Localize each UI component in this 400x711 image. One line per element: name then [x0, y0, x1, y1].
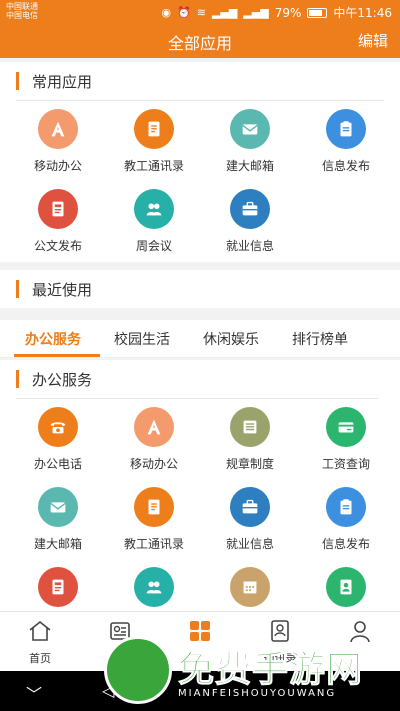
section-divider — [16, 100, 384, 101]
battery-percent: 79% — [274, 5, 302, 20]
home-icon — [0, 618, 80, 648]
office-services-title: 办公服务 — [32, 371, 93, 389]
info-publish-icon — [326, 487, 366, 527]
carrier-1: 中国联通 — [6, 2, 38, 11]
active-tab-indicator — [14, 354, 100, 357]
tab-leisure[interactable]: 休闲娱乐 — [203, 329, 259, 349]
employment-icon — [230, 189, 270, 229]
common-app-item[interactable]: 公文发布 — [8, 189, 108, 254]
salary-icon — [326, 407, 366, 447]
office-service-item[interactable]: 就业信息 — [200, 487, 300, 552]
staff-directory-icon — [134, 109, 174, 149]
tab-campus-life[interactable]: 校园生活 — [114, 329, 170, 349]
recent-section: 最近使用 — [0, 270, 400, 308]
office-service-item[interactable]: 建大邮箱 — [8, 487, 108, 552]
office-service-item[interactable]: 办公电话 — [8, 407, 108, 472]
office-service-item[interactable] — [200, 567, 300, 607]
document-publish-icon — [38, 189, 78, 229]
office-services-header: 办公服务 — [0, 360, 400, 398]
office-service-item[interactable]: 工资查询 — [296, 407, 396, 472]
common-app-item[interactable]: 周会议 — [104, 189, 204, 254]
info-publish-icon — [326, 109, 366, 149]
office-service-item[interactable]: 信息发布 — [296, 487, 396, 552]
category-tabs: 办公服务 校园生活 休闲娱乐 排行榜单 — [0, 320, 400, 358]
office-service-item[interactable] — [296, 567, 396, 607]
common-app-item-label: 公文发布 — [33, 239, 82, 253]
collapse-icon[interactable]: ﹀ — [26, 681, 42, 705]
office-service-item-label: 规章制度 — [225, 457, 274, 471]
recent-title: 最近使用 — [32, 281, 93, 299]
edit-button[interactable]: 编辑 — [358, 30, 388, 51]
office-service-item[interactable]: 教工通讯录 — [104, 487, 204, 552]
watermark-subtitle: MIANFEISHOUYOUWANG — [178, 688, 337, 699]
mobile-office-icon — [38, 109, 78, 149]
contacts-icon — [326, 567, 366, 607]
office-service-item-label: 工资查询 — [321, 457, 370, 471]
wifi-icon: ≋ — [196, 6, 206, 19]
tab-office-services[interactable]: 办公服务 — [25, 329, 81, 349]
common-apps-header: 常用应用 — [0, 62, 400, 100]
watermark-logo — [104, 636, 172, 704]
common-apps-section: 常用应用 移动办公 教工通讯录 建大邮箱 信息发布公文发布 周会议 就业信息 — [0, 62, 400, 262]
office-service-item-label: 信息发布 — [321, 537, 370, 551]
signal-icon-2: ▂▄▆ — [243, 6, 269, 19]
weekly-meeting-icon — [134, 567, 174, 607]
watermark-title: 免费手游网 — [177, 649, 364, 691]
office-service-item[interactable] — [8, 567, 108, 607]
employment-icon — [230, 487, 270, 527]
common-app-item[interactable]: 信息发布 — [296, 109, 396, 174]
nav-item-home[interactable]: 首页 — [0, 618, 80, 666]
battery-icon — [307, 7, 328, 18]
signal-icon: ▂▄▆ — [211, 6, 238, 19]
office-services-section: 办公服务 办公电话 移动办公 规章制度 工资查询建大邮箱 教工通讯录 就业信息 信息发布 — [0, 360, 400, 612]
tab-rankings[interactable]: 排行榜单 — [292, 329, 348, 349]
office-service-item-label: 教工通讯录 — [123, 537, 184, 551]
common-app-item[interactable]: 建大邮箱 — [200, 109, 300, 174]
app-header: 全部应用 编辑 — [0, 24, 400, 58]
recent-header: 最近使用 — [0, 270, 400, 308]
common-app-item-label: 教工通讯录 — [123, 159, 184, 173]
mailbox-icon — [230, 109, 270, 149]
common-app-item-label: 就业信息 — [225, 239, 274, 253]
clock: 中午11:46 — [333, 6, 392, 20]
watermark: 免费手游网 MIANFEISHOUYOUWANG — [104, 636, 400, 711]
common-app-item-label: 信息发布 — [321, 159, 370, 173]
nav-item-label: 首页 — [29, 652, 51, 665]
section-accent-bar — [16, 280, 19, 298]
office-service-item-label: 建大邮箱 — [33, 537, 82, 551]
office-service-item[interactable]: 规章制度 — [200, 407, 300, 472]
common-app-item[interactable]: 就业信息 — [200, 189, 300, 254]
section-divider — [16, 398, 378, 399]
section-accent-bar — [16, 370, 19, 388]
common-app-item-label: 移动办公 — [33, 159, 82, 173]
common-app-item-label: 建大邮箱 — [225, 159, 274, 173]
alarm-icon: ⏰ — [177, 6, 191, 19]
status-bar: 中国联通 中国电信 ◉ ⏰ ≋ ▂▄▆ ▂▄▆ 79% 中午11:46 — [0, 0, 400, 24]
office-service-item[interactable]: 移动办公 — [104, 407, 204, 472]
app-screen: 中国联通 中国电信 ◉ ⏰ ≋ ▂▄▆ ▂▄▆ 79% 中午11:46 全部应用… — [0, 0, 400, 711]
office-service-item-label: 办公电话 — [33, 457, 82, 471]
carrier-2: 中国电信 — [6, 11, 38, 20]
common-apps-title: 常用应用 — [32, 73, 93, 91]
mailbox-icon — [38, 487, 78, 527]
status-icons: ◉ ⏰ ≋ ▂▄▆ ▂▄▆ 79% 中午11:46 — [161, 4, 392, 21]
common-app-item[interactable]: 移动办公 — [8, 109, 108, 174]
office-service-item-label: 移动办公 — [129, 457, 178, 471]
location-icon: ◉ — [161, 6, 172, 19]
section-accent-bar — [16, 72, 19, 90]
calendar-icon — [230, 567, 270, 607]
office-service-item[interactable] — [104, 567, 204, 607]
weekly-meeting-icon — [134, 189, 174, 229]
staff-directory-icon — [134, 487, 174, 527]
regulations-icon — [230, 407, 270, 447]
common-app-item[interactable]: 教工通讯录 — [104, 109, 204, 174]
office-service-item-label: 就业信息 — [225, 537, 274, 551]
mobile-office-icon — [134, 407, 174, 447]
document-publish-icon — [38, 567, 78, 607]
phone-icon — [38, 407, 78, 447]
carrier-info: 中国联通 中国电信 — [6, 2, 38, 20]
page-title: 全部应用 — [167, 34, 232, 53]
common-app-item-label: 周会议 — [135, 239, 172, 253]
